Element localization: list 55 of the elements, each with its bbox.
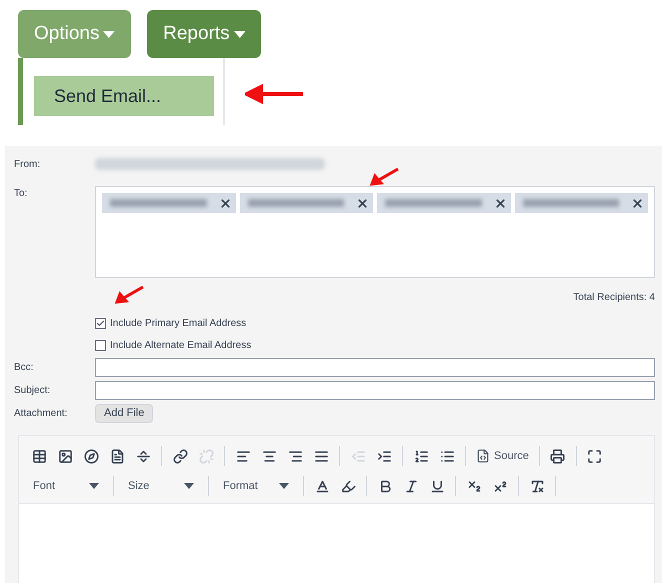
source-button[interactable]: Source [472, 444, 533, 468]
field-label: From: [14, 158, 42, 172]
field-label: Attachment: [14, 407, 68, 421]
caret-icon [103, 30, 116, 38]
italic-icon[interactable] [404, 478, 418, 494]
caret-icon [279, 483, 289, 489]
dropdown-select[interactable]: Size [120, 474, 202, 498]
remove-icon[interactable] [356, 196, 369, 210]
numbered-list-icon[interactable] [414, 448, 428, 464]
checkbox-label: Include Alternate Email Address [110, 339, 252, 353]
link-icon[interactable] [172, 448, 188, 464]
page-icon[interactable] [110, 448, 124, 464]
add-file-button[interactable]: Add File [95, 404, 154, 423]
image-icon[interactable] [58, 448, 72, 464]
maximize-icon[interactable] [587, 448, 602, 464]
text-input-field[interactable] [95, 358, 655, 377]
justify-icon[interactable] [314, 448, 328, 464]
checkbox-label: Include Primary Email Address [110, 317, 246, 331]
caret-icon [89, 483, 99, 489]
dropdown-select[interactable]: Font [25, 474, 107, 498]
bulleted-list-icon[interactable] [440, 448, 454, 464]
align-left-icon[interactable] [236, 448, 250, 464]
remove-icon[interactable] [218, 196, 232, 210]
superscript-icon[interactable] [492, 478, 508, 494]
text-color-icon[interactable] [314, 478, 330, 494]
print-icon[interactable] [550, 448, 566, 464]
field-label: To: [14, 187, 28, 201]
align-center-icon[interactable] [262, 448, 276, 464]
table-icon[interactable] [32, 448, 46, 464]
indent-icon[interactable] [376, 448, 392, 464]
annotation-arrow-icon [369, 168, 399, 186]
horizontal-rule-icon[interactable] [136, 448, 150, 464]
remove-icon[interactable] [494, 196, 506, 210]
clear-format-icon[interactable] [530, 478, 544, 494]
total-recipients: Total Recipients: 4 [573, 291, 655, 305]
menu-button[interactable]: Reports [147, 10, 262, 58]
caret-icon [234, 30, 246, 38]
underline-icon[interactable] [430, 478, 444, 494]
annotation-arrow-icon [114, 286, 144, 304]
annotation-arrow-icon [245, 84, 305, 104]
checkbox[interactable] [95, 318, 106, 329]
remove-icon[interactable] [631, 196, 644, 210]
text-input-field[interactable] [95, 381, 655, 400]
dropdown-select[interactable]: Format [215, 474, 297, 498]
compass-icon[interactable] [84, 448, 98, 464]
field-label: Subject: [14, 384, 52, 398]
highlighter-icon[interactable] [340, 478, 356, 494]
subscript-icon[interactable] [466, 478, 482, 494]
source-icon [476, 449, 490, 463]
field-label: Bcc: [14, 361, 34, 375]
menu-item[interactable]: Send Email... [34, 76, 214, 116]
recipients-field[interactable] [95, 186, 655, 278]
align-right-icon[interactable] [288, 448, 302, 464]
checkbox[interactable] [95, 340, 106, 351]
caret-icon [184, 483, 194, 489]
